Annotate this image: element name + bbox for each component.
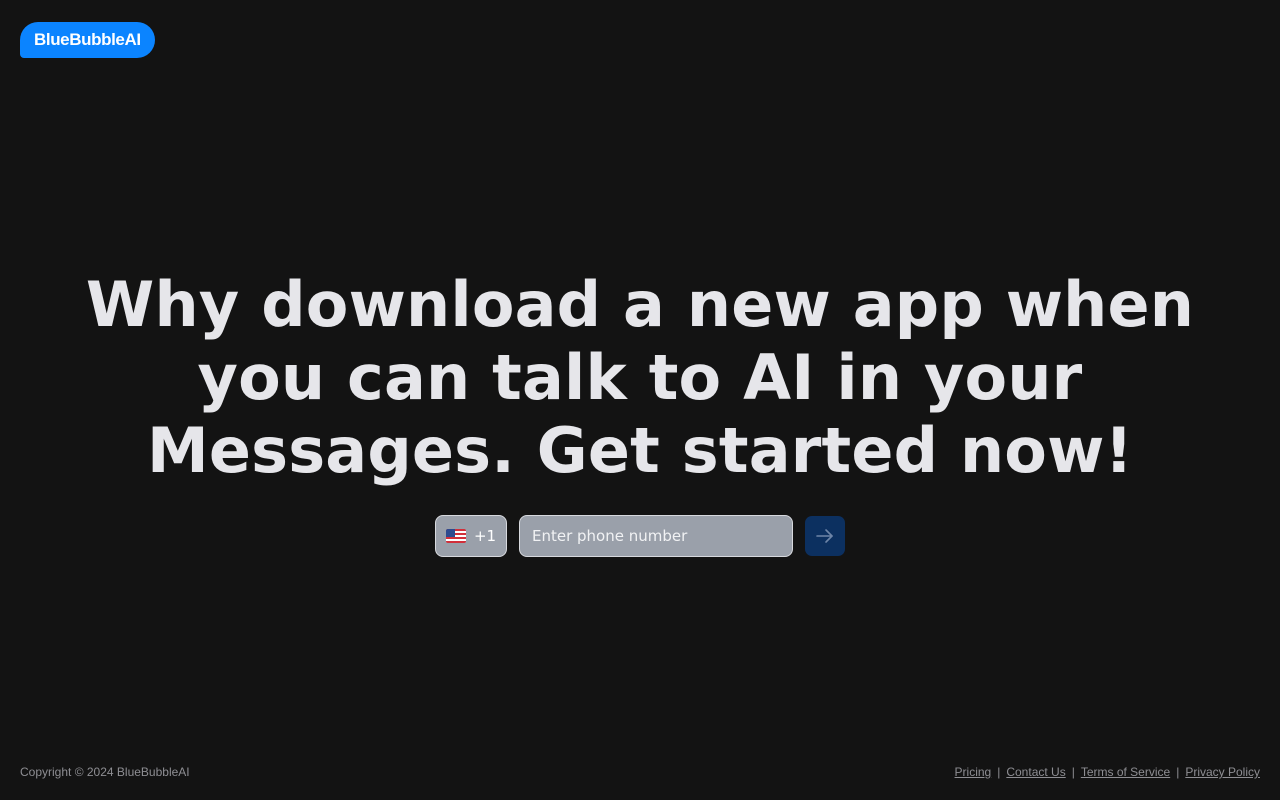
link-separator: | <box>1176 765 1180 779</box>
country-code-selector[interactable]: +1 <box>435 515 507 557</box>
phone-signup-form: +1 <box>435 515 845 557</box>
brand-logo[interactable]: BlueBubbleAI <box>20 22 155 58</box>
footer: Copyright © 2024 BlueBubbleAI Pricing | … <box>20 765 1260 779</box>
landing-page: BlueBubbleAI Why download a new app when… <box>0 0 1280 800</box>
phone-number-input[interactable] <box>519 515 793 557</box>
link-separator: | <box>1071 765 1075 779</box>
contact-us-link[interactable]: Contact Us <box>1006 765 1065 779</box>
hero-headline: Why download a new app when you can talk… <box>85 268 1195 487</box>
footer-links: Pricing | Contact Us | Terms of Service … <box>955 765 1260 779</box>
terms-of-service-link[interactable]: Terms of Service <box>1081 765 1170 779</box>
submit-button[interactable] <box>805 516 845 556</box>
privacy-policy-link[interactable]: Privacy Policy <box>1185 765 1260 779</box>
arrow-right-icon <box>816 529 833 543</box>
country-code: +1 <box>473 527 497 545</box>
pricing-link[interactable]: Pricing <box>955 765 992 779</box>
copyright-text: Copyright © 2024 BlueBubbleAI <box>20 765 190 779</box>
us-flag-icon <box>445 529 466 543</box>
link-separator: | <box>997 765 1001 779</box>
